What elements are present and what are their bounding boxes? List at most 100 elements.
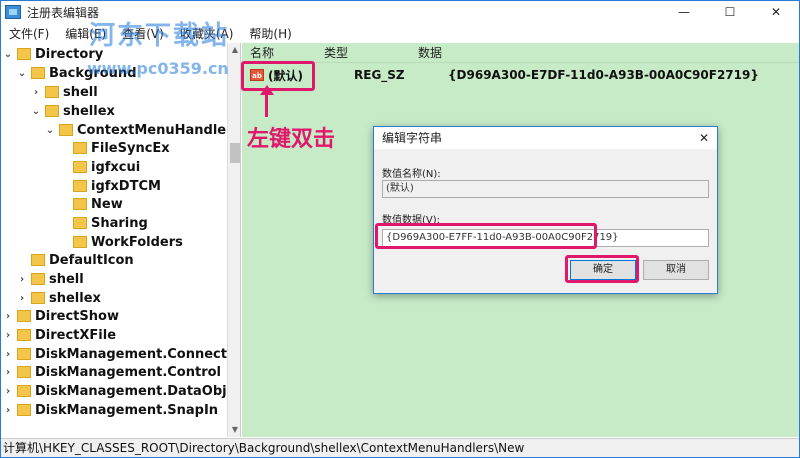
folder-icon — [31, 254, 45, 266]
scroll-up-arrow-icon[interactable]: ▲ — [228, 43, 240, 57]
tree-node-contextmenuhandlers[interactable]: ⌄ ContextMenuHandlers — [45, 121, 240, 139]
tree-node-label: Sharing — [91, 215, 148, 231]
chevron-right-icon[interactable]: › — [17, 274, 27, 285]
registry-editor-icon — [5, 5, 21, 19]
tree-node-filesyncex[interactable]: FileSyncEx — [73, 139, 170, 157]
tree-node-diskmanagement-control[interactable]: › DiskManagement.Control — [3, 363, 221, 381]
chevron-right-icon[interactable]: › — [3, 330, 13, 341]
folder-icon — [45, 105, 59, 117]
column-header-type[interactable]: 类型 — [324, 43, 418, 62]
folder-icon — [73, 236, 87, 248]
tree-node-diskmanagement-connection[interactable]: › DiskManagement.Connection — [3, 345, 241, 363]
tree-node-label: DiskManagement.Connection — [35, 346, 241, 362]
cancel-button[interactable]: 取消 — [643, 260, 709, 280]
list-row-default[interactable]: ab (默认) REG_SZ {D969A300-E7DF-11d0-A93B-… — [242, 65, 799, 85]
edit-string-dialog: 编辑字符串 ✕ 数值名称(N): (默认) 数值数据(V): {D969A300… — [373, 126, 718, 294]
folder-icon — [73, 198, 87, 210]
minimize-button[interactable]: — — [661, 1, 707, 23]
highlight-ok-button — [565, 255, 639, 283]
chevron-right-icon[interactable]: › — [3, 386, 13, 397]
folder-icon — [17, 366, 31, 378]
tree-node-label: shell — [63, 84, 98, 100]
folder-icon — [31, 292, 45, 304]
tree-node-diskmanagement-snapin[interactable]: › DiskManagement.SnapIn — [3, 401, 218, 419]
tree-node-label: igfxcui — [91, 159, 141, 175]
tree-node-label: DiskManagement.SnapIn — [35, 402, 219, 418]
tree-node-label: shell — [49, 271, 84, 287]
folder-icon — [31, 273, 45, 285]
chevron-right-icon[interactable]: › — [3, 311, 13, 322]
chevron-down-icon[interactable]: ⌄ — [3, 49, 13, 60]
column-header-name[interactable]: 名称 — [242, 43, 324, 62]
folder-icon — [17, 404, 31, 416]
tree-node-igfxdtcm[interactable]: igfxDTCM — [73, 177, 161, 195]
tree-node-label: FileSyncEx — [91, 140, 170, 156]
value-data: {D969A300-E7DF-11d0-A93B-00A0C90F2719} — [448, 68, 759, 82]
tree-node-shell-2[interactable]: › shell — [17, 270, 84, 288]
tree-node-label: DirectShow — [35, 308, 119, 324]
arrow-shaft — [265, 93, 268, 117]
scroll-down-arrow-icon[interactable]: ▼ — [228, 423, 240, 437]
folder-icon — [59, 124, 73, 136]
tree-node-label: shellex — [49, 290, 101, 306]
watermark-brand: 河东下载站 — [89, 21, 230, 51]
registry-editor-window: 注册表编辑器 — ☐ ✕ 文件(F) 编辑(E) 查看(V) 收藏夹(A) 帮助… — [0, 0, 800, 458]
tree-node-label: shellex — [63, 103, 115, 119]
menu-file[interactable]: 文件(F) — [1, 25, 57, 42]
list-header: 名称 类型 数据 — [242, 43, 799, 63]
tree-node-shell[interactable]: › shell — [31, 83, 98, 101]
folder-icon — [31, 67, 45, 79]
tree-node-defaulticon[interactable]: DefaultIcon — [31, 251, 134, 269]
scrollbar-thumb[interactable] — [230, 143, 240, 163]
maximize-button[interactable]: ☐ — [707, 1, 753, 23]
chevron-down-icon[interactable]: ⌄ — [17, 68, 27, 79]
folder-icon — [17, 348, 31, 360]
folder-icon — [17, 48, 31, 60]
chevron-right-icon[interactable]: › — [3, 405, 13, 416]
close-button[interactable]: ✕ — [753, 1, 799, 23]
value-name-label: 数值名称(N): — [382, 169, 441, 180]
chevron-right-icon[interactable]: › — [17, 293, 27, 304]
registry-tree[interactable]: ⌄ Directory ⌄ Background › shell ⌄ shell… — [1, 43, 241, 437]
folder-icon — [73, 161, 87, 173]
folder-icon — [17, 329, 31, 341]
tree-node-label: DefaultIcon — [49, 252, 134, 268]
highlight-value-data — [375, 223, 597, 249]
tree-node-shellex-2[interactable]: › shellex — [17, 289, 101, 307]
tree-node-workfolders[interactable]: WorkFolders — [73, 233, 183, 251]
tree-scrollbar[interactable]: ▲ ▼ — [227, 43, 240, 437]
tree-node-diskmanagement-dataobject[interactable]: › DiskManagement.DataObject — [3, 382, 241, 400]
folder-icon — [73, 142, 87, 154]
folder-icon — [73, 217, 87, 229]
dialog-close-icon[interactable]: ✕ — [699, 127, 709, 149]
chevron-down-icon[interactable]: ⌄ — [31, 106, 41, 117]
folder-icon — [45, 86, 59, 98]
folder-icon — [17, 385, 31, 397]
tree-node-new[interactable]: New — [73, 195, 123, 213]
chevron-down-icon[interactable]: ⌄ — [45, 125, 55, 136]
tree-node-label: DirectXFile — [35, 327, 117, 343]
callout-double-click: 左键双击 — [247, 126, 336, 152]
tree-node-directxfile[interactable]: › DirectXFile — [3, 326, 116, 344]
menu-help[interactable]: 帮助(H) — [241, 25, 299, 42]
folder-icon — [17, 310, 31, 322]
tree-node-label: DiskManagement.DataObject — [35, 383, 241, 399]
tree-node-sharing[interactable]: Sharing — [73, 214, 148, 232]
tree-node-igfxcui[interactable]: igfxcui — [73, 158, 140, 176]
status-bar-path: 计算机\HKEY_CLASSES_ROOT\Directory\Backgrou… — [1, 438, 799, 457]
dialog-title: 编辑字符串 — [374, 127, 717, 149]
chevron-right-icon[interactable]: › — [3, 349, 13, 360]
highlight-default-value — [241, 61, 315, 91]
value-name-field: (默认) — [382, 180, 709, 198]
chevron-right-icon[interactable]: › — [3, 367, 13, 378]
tree-node-label: DiskManagement.Control — [35, 364, 221, 380]
window-controls: — ☐ ✕ — [661, 1, 799, 23]
tree-node-shellex[interactable]: ⌄ shellex — [31, 102, 115, 120]
column-header-data[interactable]: 数据 — [418, 43, 442, 62]
chevron-right-icon[interactable]: › — [31, 87, 41, 98]
tree-node-label: igfxDTCM — [91, 178, 161, 194]
folder-icon — [73, 180, 87, 192]
tree-node-label: WorkFolders — [91, 234, 183, 250]
tree-node-directshow[interactable]: › DirectShow — [3, 307, 119, 325]
tree-node-label: ContextMenuHandlers — [77, 122, 241, 138]
